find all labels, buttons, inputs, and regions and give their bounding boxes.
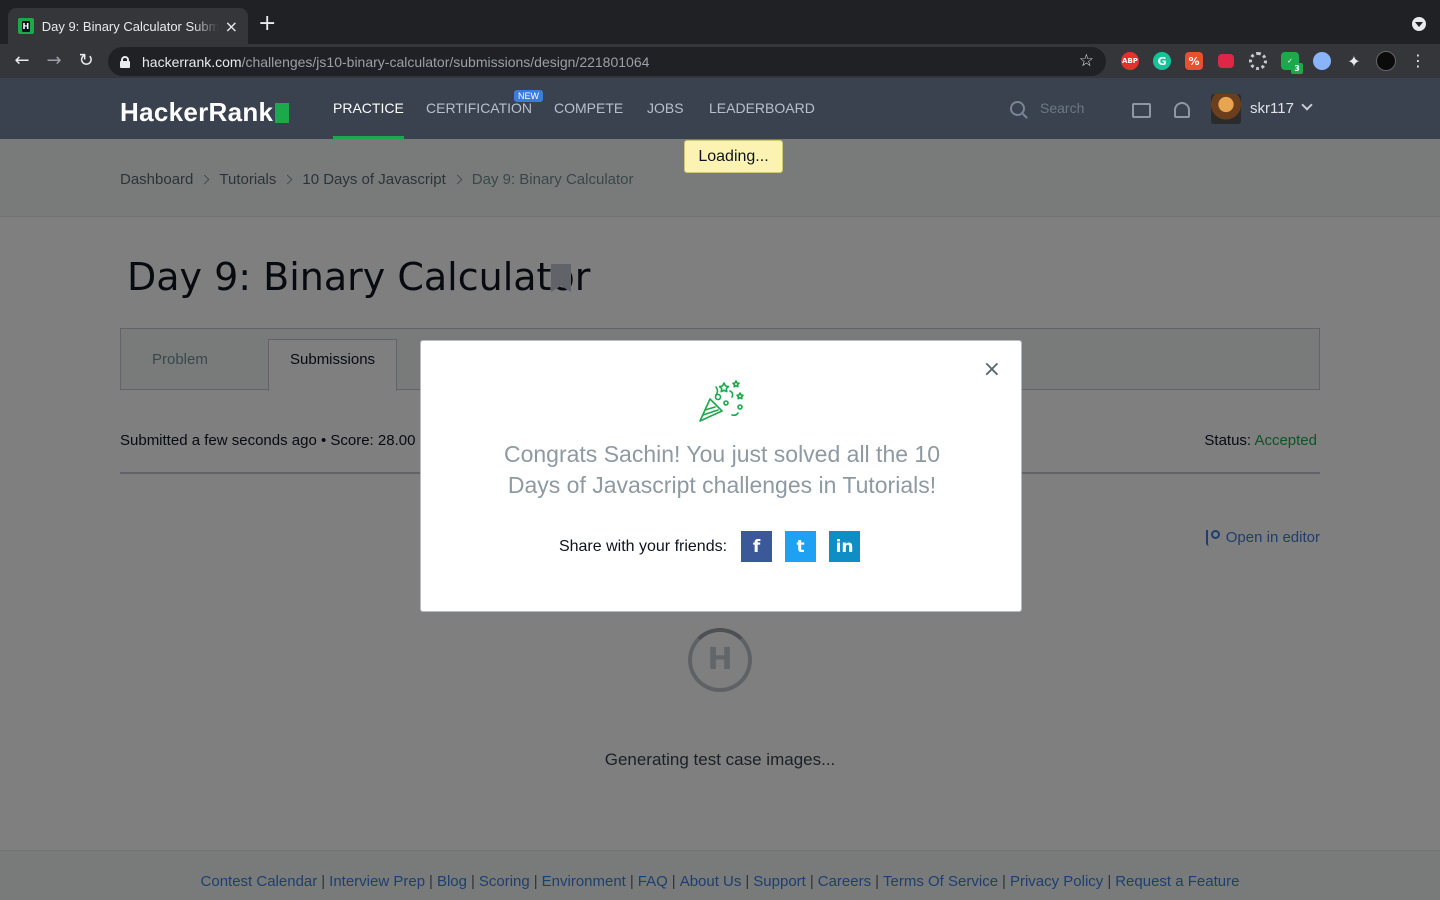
globe-extension-icon[interactable] xyxy=(1313,52,1331,70)
browser-toolbar: ← → ↻ hackerrank.com/challenges/js10-bin… xyxy=(0,44,1440,78)
linkedin-share-button[interactable]: in xyxy=(829,531,861,562)
extension-badge: 3 xyxy=(1291,63,1303,74)
puzzle-extensions-icon[interactable]: ✦ xyxy=(1345,52,1363,71)
loading-toast: Loading... xyxy=(684,140,783,173)
hackerrank-logo[interactable]: HackerRank xyxy=(120,97,290,128)
share-label: Share with your friends: xyxy=(558,537,728,555)
lock-icon xyxy=(120,55,130,68)
username[interactable]: skr117 xyxy=(1250,100,1294,117)
address-bar[interactable]: hackerrank.com/challenges/js10-binary-ca… xyxy=(108,47,1106,76)
chevron-down-icon[interactable] xyxy=(1301,99,1313,111)
search-input[interactable] xyxy=(1040,100,1120,116)
nav-compete[interactable]: COMPETE xyxy=(554,78,623,139)
share-row: Share with your friends: f t in xyxy=(421,531,1023,562)
new-tab-button[interactable]: + xyxy=(258,12,276,36)
notifications-bell-icon[interactable] xyxy=(1174,102,1190,118)
bookmark-star-icon[interactable]: ☆ xyxy=(1079,51,1094,71)
avatar[interactable] xyxy=(1211,94,1241,124)
grammarly-extension-icon[interactable]: G xyxy=(1153,52,1171,70)
messages-icon[interactable] xyxy=(1132,103,1151,118)
close-icon[interactable]: × xyxy=(983,357,1001,382)
congrats-modal: × Congrats Sachin! You just solved all t… xyxy=(420,340,1022,612)
new-badge: NEW xyxy=(514,90,543,102)
congrats-message: Congrats Sachin! You just solved all the… xyxy=(503,441,940,498)
browser-tab-title: Day 9: Binary Calculator Submissions xyxy=(41,18,219,34)
url-text[interactable]: hackerrank.com/challenges/js10-binary-ca… xyxy=(142,54,649,70)
search-icon xyxy=(1010,100,1025,116)
red-extension-icon[interactable] xyxy=(1218,54,1234,68)
nav-practice[interactable]: PRACTICE xyxy=(333,78,404,139)
hackerrank-favicon-icon: H xyxy=(18,18,34,34)
reload-icon[interactable]: ↻ xyxy=(74,50,98,72)
hackerrank-navbar: HackerRank PRACTICE CERTIFICATION NEW CO… xyxy=(0,78,1440,139)
party-popper-icon xyxy=(699,380,744,422)
back-icon[interactable]: ← xyxy=(10,50,34,72)
forward-icon[interactable]: → xyxy=(42,50,66,72)
nav-certification[interactable]: CERTIFICATION xyxy=(426,78,532,139)
browser-tab[interactable]: H Day 9: Binary Calculator Submissions × xyxy=(8,8,248,44)
logo-mark-icon xyxy=(275,103,290,123)
profile-icon[interactable] xyxy=(1376,51,1396,71)
tab-close-icon[interactable]: × xyxy=(225,17,238,36)
browser-tab-strip: H Day 9: Binary Calculator Submissions ×… xyxy=(0,0,1440,44)
search-box xyxy=(1010,100,1120,116)
adblock-extension-icon[interactable]: ABP xyxy=(1121,52,1139,70)
facebook-share-button[interactable]: f xyxy=(741,531,773,562)
nav-jobs[interactable]: JOBS xyxy=(647,78,684,139)
gear-extension-icon[interactable] xyxy=(1249,52,1267,70)
percent-extension-icon[interactable]: % xyxy=(1185,52,1203,70)
nav-leaderboard[interactable]: LEADERBOARD xyxy=(709,78,815,139)
browser-menu-icon[interactable]: ⋮ xyxy=(1406,50,1430,72)
tab-search-icon[interactable] xyxy=(1412,17,1426,31)
twitter-share-button[interactable]: t xyxy=(785,531,817,562)
